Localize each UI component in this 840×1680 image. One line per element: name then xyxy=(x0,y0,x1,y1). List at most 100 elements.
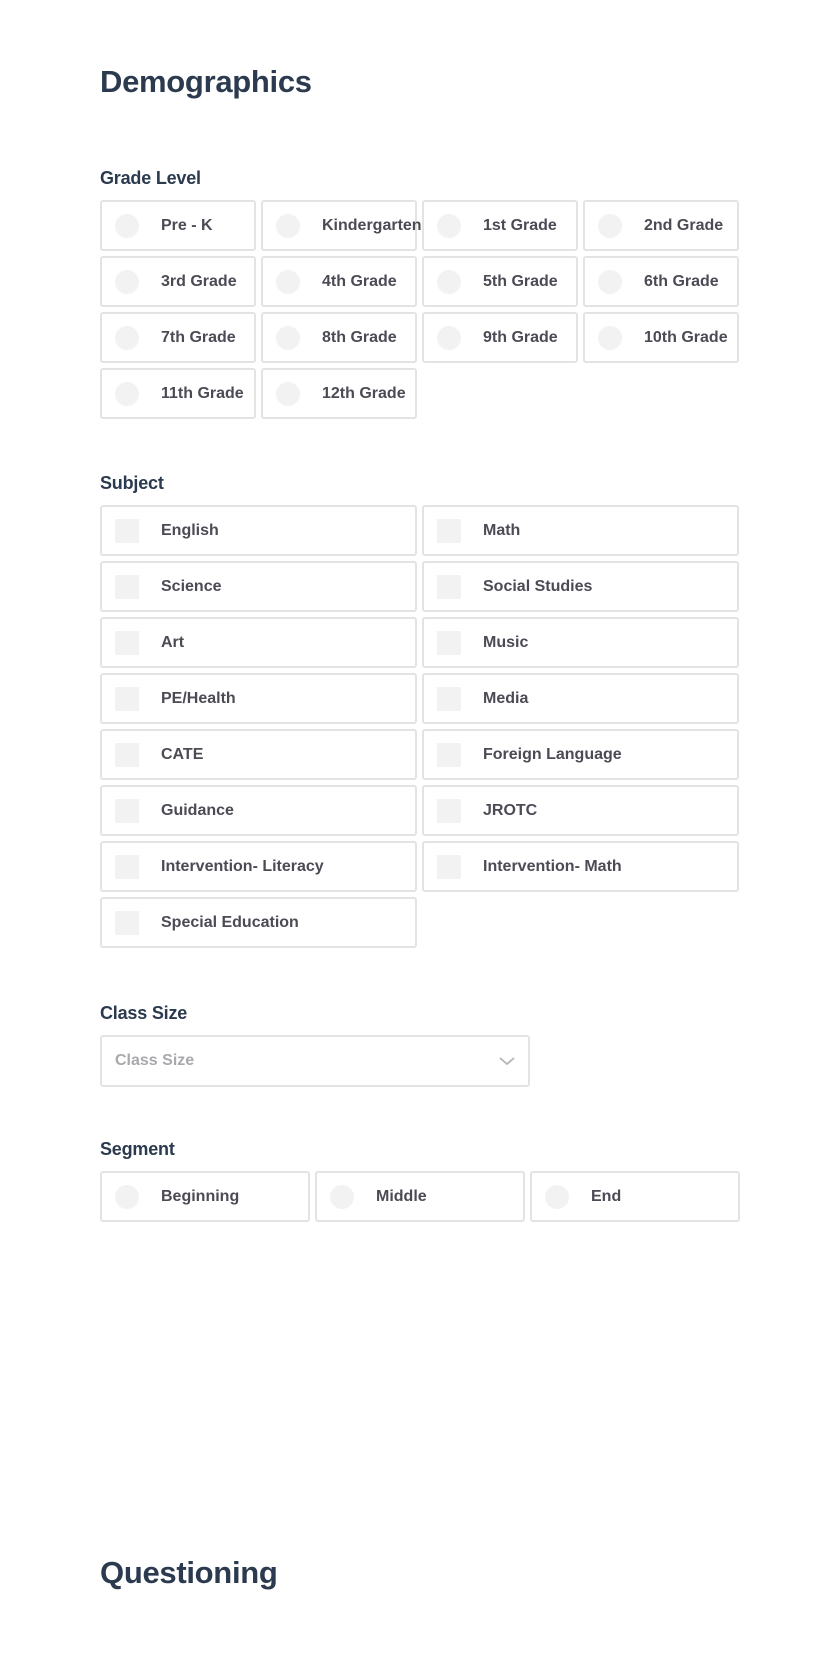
radio-button[interactable] xyxy=(598,213,622,238)
subject-option[interactable]: English xyxy=(100,505,417,556)
radio-button[interactable] xyxy=(276,325,300,350)
checkbox[interactable] xyxy=(437,518,461,543)
subject-option[interactable]: Art xyxy=(100,617,417,668)
subject-option-label: PE/Health xyxy=(161,689,236,707)
radio-button[interactable] xyxy=(115,213,139,238)
checkbox[interactable] xyxy=(115,518,139,543)
radio-button[interactable] xyxy=(437,213,461,238)
grade-level-option[interactable]: 6th Grade xyxy=(583,256,739,307)
subject-option-label: Special Education xyxy=(161,913,299,931)
grade-level-option-label: 12th Grade xyxy=(322,384,406,402)
subject-option-label: Intervention- Math xyxy=(483,857,622,875)
checkbox[interactable] xyxy=(437,574,461,599)
radio-button[interactable] xyxy=(598,325,622,350)
checkbox[interactable] xyxy=(437,630,461,655)
segment-option-label: End xyxy=(591,1187,622,1205)
segment-option-label: Middle xyxy=(376,1187,427,1205)
class-size-placeholder: Class Size xyxy=(115,1052,195,1069)
radio-button[interactable] xyxy=(115,269,139,294)
segment-option-label: Beginning xyxy=(161,1187,240,1205)
radio-button[interactable] xyxy=(276,269,300,294)
grade-level-option[interactable]: 8th Grade xyxy=(261,312,417,363)
grade-level-option-label: 5th Grade xyxy=(483,272,558,290)
subject-option-label: JROTC xyxy=(483,801,538,819)
grade-level-option-label: 3rd Grade xyxy=(161,272,237,290)
subject-option[interactable]: PE/Health xyxy=(100,673,417,724)
radio-button[interactable] xyxy=(115,381,139,406)
grade-level-section: Grade Level Pre - K Kindergarten 1st Grade… xyxy=(100,168,740,419)
grade-level-options: Pre - K Kindergarten 1st Grade 2nd Grade 3rd… xyxy=(100,200,740,419)
grade-level-option[interactable]: 4th Grade xyxy=(261,256,417,307)
radio-button[interactable] xyxy=(276,213,300,238)
checkbox[interactable] xyxy=(115,630,139,655)
subject-option[interactable]: CATE xyxy=(100,729,417,780)
grade-level-label: Grade Level xyxy=(100,168,201,188)
grade-level-option-label: 9th Grade xyxy=(483,328,558,346)
radio-button[interactable] xyxy=(330,1184,354,1209)
subject-option[interactable]: Intervention- Literacy xyxy=(100,841,417,892)
radio-button[interactable] xyxy=(598,269,622,294)
grade-level-option[interactable]: 9th Grade xyxy=(422,312,578,363)
grade-level-option[interactable]: 10th Grade xyxy=(583,312,739,363)
subject-option[interactable]: Foreign Language xyxy=(422,729,739,780)
subject-option[interactable]: Math xyxy=(422,505,739,556)
segment-section: Segment Beginning Middle End xyxy=(100,1139,740,1222)
grade-level-option-label: 2nd Grade xyxy=(644,216,724,234)
radio-button[interactable] xyxy=(437,325,461,350)
subject-option[interactable]: Media xyxy=(422,673,739,724)
subject-section: Subject English Math Science Social Studies… xyxy=(100,473,740,948)
subject-option[interactable]: Social Studies xyxy=(422,561,739,612)
subject-option-label: Art xyxy=(161,633,185,651)
grade-level-option-label: 10th Grade xyxy=(644,328,728,346)
checkbox[interactable] xyxy=(437,798,461,823)
grade-level-option[interactable]: Pre - K xyxy=(100,200,256,251)
subject-option-label: Math xyxy=(483,521,521,539)
segment-option[interactable]: End xyxy=(530,1171,740,1222)
grade-level-option-label: Kindergarten xyxy=(322,216,422,234)
segment-option[interactable]: Middle xyxy=(315,1171,525,1222)
grade-level-option-label: 7th Grade xyxy=(161,328,236,346)
page: Demographics Grade Level Pre - K Kinderga… xyxy=(0,0,840,1680)
questioning-title: Questioning xyxy=(100,1555,278,1590)
segment-options: Beginning Middle End xyxy=(100,1171,740,1222)
checkbox[interactable] xyxy=(115,798,139,823)
grade-level-option[interactable]: Kindergarten xyxy=(261,200,422,251)
subject-option[interactable]: Guidance xyxy=(100,785,417,836)
checkbox[interactable] xyxy=(115,910,139,935)
subject-options: English Math Science Social Studies Art Music… xyxy=(100,505,740,948)
grade-level-option[interactable]: 7th Grade xyxy=(100,312,256,363)
subject-option[interactable]: Science xyxy=(100,561,417,612)
checkbox[interactable] xyxy=(115,574,139,599)
radio-button[interactable] xyxy=(276,381,300,406)
subject-option[interactable]: JROTC xyxy=(422,785,739,836)
grade-level-option[interactable]: 1st Grade xyxy=(422,200,578,251)
grade-level-option[interactable]: 3rd Grade xyxy=(100,256,256,307)
grade-level-option[interactable]: 2nd Grade xyxy=(583,200,739,251)
radio-button[interactable] xyxy=(437,269,461,294)
checkbox[interactable] xyxy=(437,742,461,767)
subject-option[interactable]: Special Education xyxy=(100,897,417,948)
subject-option[interactable]: Intervention- Math xyxy=(422,841,739,892)
radio-button[interactable] xyxy=(115,325,139,350)
checkbox[interactable] xyxy=(437,686,461,711)
checkbox[interactable] xyxy=(115,854,139,879)
grade-level-option-label: 6th Grade xyxy=(644,272,719,290)
grade-level-option[interactable]: 5th Grade xyxy=(422,256,578,307)
subject-option-label: Science xyxy=(161,577,222,595)
radio-button[interactable] xyxy=(545,1184,569,1209)
subject-option[interactable]: Music xyxy=(422,617,739,668)
checkbox[interactable] xyxy=(115,686,139,711)
checkbox[interactable] xyxy=(115,742,139,767)
subject-label: Subject xyxy=(100,473,164,493)
demographics-title: Demographics xyxy=(100,64,312,99)
checkbox[interactable] xyxy=(437,854,461,879)
class-size-select[interactable]: Class Size xyxy=(100,1035,530,1087)
radio-button[interactable] xyxy=(115,1184,139,1209)
segment-option[interactable]: Beginning xyxy=(100,1171,310,1222)
grade-level-option-label: 1st Grade xyxy=(483,216,557,234)
grade-level-option[interactable]: 11th Grade xyxy=(100,368,256,419)
grade-level-option[interactable]: 12th Grade xyxy=(261,368,417,419)
grade-level-option-label: 11th Grade xyxy=(161,384,244,402)
subject-option-label: Social Studies xyxy=(483,577,593,595)
subject-option-label: Media xyxy=(483,689,529,707)
